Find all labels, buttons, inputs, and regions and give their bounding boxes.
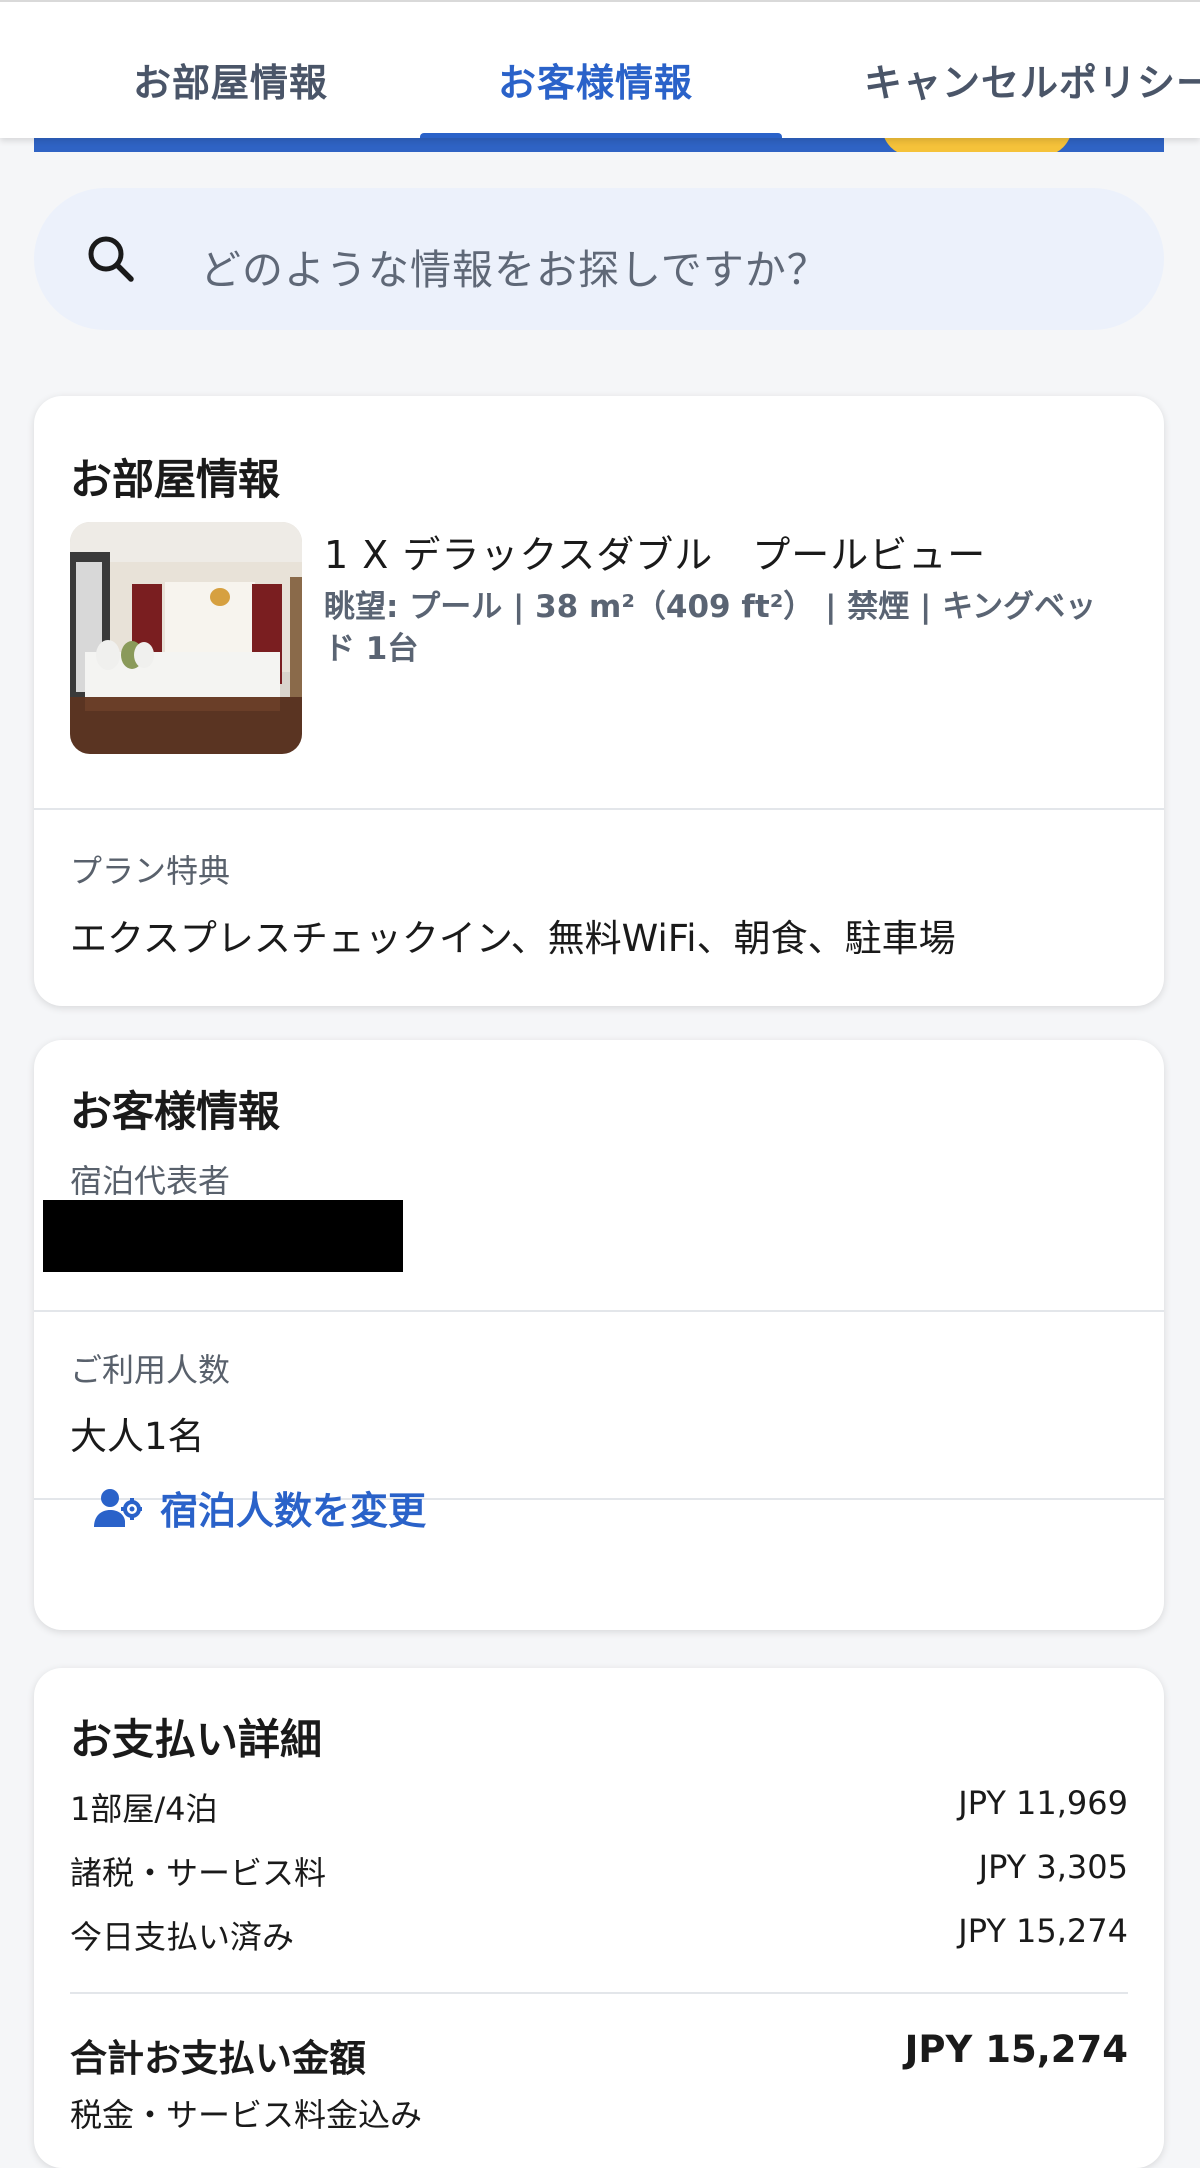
total-note: 税金・サービス料金込み	[70, 2096, 423, 2134]
tab-guest-info[interactable]: お客様情報	[498, 52, 693, 107]
divider	[34, 808, 1164, 810]
promo-banner-graphic	[882, 138, 1072, 152]
room-details: 眺望: プール | 38 m²（409 ft²） | 禁煙 | キングベッド 1…	[324, 589, 1097, 667]
tab-room-info[interactable]: お部屋情報	[133, 52, 328, 107]
guest-info-card: お客様情報 宿泊代表者 ご利用人数 大人1名 宿泊人数を変更	[34, 1040, 1164, 1630]
section-tab-bar: お部屋情報 お客様情報 キャンセルポリシー	[0, 0, 1200, 138]
divider	[34, 1310, 1164, 1312]
payment-row-label: 諸税・サービス料	[70, 1854, 327, 1892]
payment-row-amount: JPY 11,969	[958, 1784, 1128, 1822]
room-photo	[70, 522, 302, 754]
promo-banner-strip	[34, 138, 1164, 152]
payment-row-amount: JPY 3,305	[978, 1848, 1128, 1886]
search-bar[interactable]: どのような情報をお探しですか？	[34, 188, 1164, 330]
payment-details-card: お支払い詳細 1部屋/4泊 JPY 11,969 諸税・サービス料 JPY 3,…	[34, 1668, 1164, 2168]
payment-row-amount: JPY 15,274	[958, 1912, 1128, 1950]
user-gear-icon	[94, 1488, 142, 1527]
total-row: 合計お支払い金額 JPY 15,274	[70, 2028, 1128, 2082]
plan-benefits-label: プラン特典	[70, 852, 231, 890]
guest-count-value: 大人1名	[70, 1415, 205, 1458]
room-card-title: お部屋情報	[70, 455, 281, 504]
active-tab-indicator	[420, 133, 782, 138]
plan-benefits-value: エクスプレスチェックイン、無料WiFi、朝食、駐車場	[70, 917, 956, 960]
payment-row: 諸税・サービス料 JPY 3,305	[70, 1848, 1128, 1894]
tab-cancel-policy[interactable]: キャンセルポリシー	[864, 52, 1200, 107]
payment-card-title: お支払い詳細	[70, 1715, 323, 1764]
guest-card-title: お客様情報	[70, 1087, 281, 1136]
change-guest-count-link[interactable]: 宿泊人数を変更	[94, 1480, 426, 1535]
payment-row-label: 1部屋/4泊	[70, 1790, 218, 1828]
guest-count-label: ご利用人数	[70, 1351, 231, 1389]
redacted-guest-name	[43, 1200, 403, 1272]
representative-label: 宿泊代表者	[70, 1162, 231, 1200]
payment-row: 1部屋/4泊 JPY 11,969	[70, 1784, 1128, 1830]
payment-row-label: 今日支払い済み	[70, 1918, 295, 1956]
room-name: 1 X デラックスダブル プールビュー	[324, 533, 987, 577]
room-info-card: お部屋情報 1 X デラックスダブル プールビュー 眺望: プール | 38 m…	[34, 396, 1164, 1006]
divider	[70, 1992, 1128, 1994]
total-amount: JPY 15,274	[904, 2028, 1128, 2071]
change-guest-count-label: 宿泊人数を変更	[160, 1489, 427, 1533]
total-label: 合計お支払い金額	[70, 2037, 366, 2080]
search-placeholder: どのような情報をお探しですか？	[200, 246, 829, 294]
search-icon	[88, 236, 134, 282]
payment-row: 今日支払い済み JPY 15,274	[70, 1912, 1128, 1958]
